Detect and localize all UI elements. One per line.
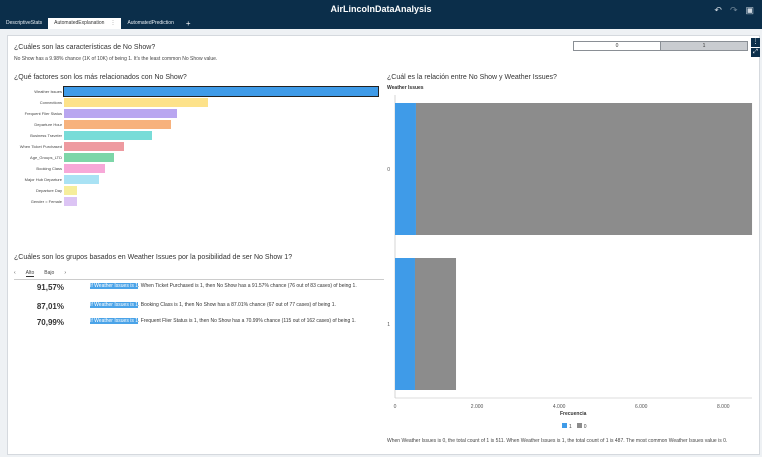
factor-bar[interactable] xyxy=(64,109,178,118)
factor-bar[interactable] xyxy=(63,86,379,97)
legend-label: 1 xyxy=(569,424,572,430)
x-tick-label: 8.000 xyxy=(717,404,730,410)
factor-label: Departure Hour xyxy=(34,122,62,127)
factor-bar[interactable] xyxy=(64,197,77,206)
tab-alto[interactable]: Alto xyxy=(25,270,35,277)
save-icon[interactable]: ▣ xyxy=(745,5,754,16)
factor-label: When Ticket Purchased xyxy=(19,144,62,149)
y-tick-label: 0 xyxy=(387,167,390,173)
factor-bar[interactable] xyxy=(64,153,115,162)
factor-label: Weather Issues xyxy=(34,89,62,94)
relation-chart: 0 1 0 2.000 4.000 6.000 8.000 xyxy=(387,95,753,410)
factor-label: Age_Groups_LTD xyxy=(30,155,62,160)
characteristics-title: ¿Cuáles son las características de No Sh… xyxy=(14,44,156,51)
tab-prev-icon[interactable]: ‹ xyxy=(14,270,16,277)
factor-bar[interactable] xyxy=(64,131,152,140)
group-rest: . Frequent Flier Status is 1, then No Sh… xyxy=(137,318,356,324)
plus-icon[interactable]: + xyxy=(180,18,197,29)
value-toggle[interactable]: 0 1 xyxy=(573,41,748,51)
chart-bar[interactable] xyxy=(414,258,457,390)
factor-label: Business Traveler xyxy=(30,133,62,138)
legend-label: 0 xyxy=(583,424,587,430)
group-pct: 87,01% xyxy=(36,302,64,311)
x-tick-label: 2.000 xyxy=(471,404,484,410)
redo-icon[interactable]: ↷ xyxy=(730,5,738,16)
factor-bar[interactable] xyxy=(64,164,105,173)
chart-bar[interactable] xyxy=(415,103,753,235)
group-text: If Weather Issues is 1. Frequent Flier S… xyxy=(90,318,365,324)
group-highlight: If Weather Issues is 1 xyxy=(90,283,138,289)
tab-descriptivestats[interactable]: DescriptiveStats xyxy=(0,18,48,29)
undo-icon[interactable]: ↶ xyxy=(714,5,722,16)
x-tick-label: 4.000 xyxy=(553,404,566,410)
legend-item: 1 xyxy=(562,423,572,430)
toggle-option-0[interactable]: 0 xyxy=(574,42,660,50)
relation-title: ¿Cuál es la relación entre No Show y Wea… xyxy=(387,74,557,81)
factor-bar[interactable] xyxy=(64,186,77,195)
expand-icon[interactable]: ⤢ xyxy=(751,48,760,57)
app-title: AirLincolnDataAnalysis xyxy=(330,4,432,14)
factor-label: Booking Class xyxy=(36,166,62,171)
y-tick-label: 1 xyxy=(387,322,390,328)
groups-title: ¿Cuáles son los grupos basados en Weathe… xyxy=(14,254,293,261)
tab-automatedexplanation[interactable]: AutomatedExplanation ⋮ xyxy=(48,18,122,29)
group-rest: . When Ticket Purchased is 1, then No Sh… xyxy=(137,283,357,289)
x-axis-label: Frecuencia xyxy=(560,411,587,417)
toggle-option-1[interactable]: 1 xyxy=(660,42,747,50)
characteristics-text: No Show has a 9.98% chance (1K of 10K) o… xyxy=(14,56,218,62)
chart-bar[interactable] xyxy=(395,258,415,390)
factor-bar[interactable] xyxy=(64,120,171,129)
tab-next-icon[interactable]: › xyxy=(64,270,66,277)
factor-bar[interactable] xyxy=(64,98,209,107)
factor-label: Frequent Flier Status xyxy=(24,111,62,116)
factor-bar[interactable] xyxy=(64,175,99,184)
legend-item: 0 xyxy=(576,423,587,430)
more-options-icon[interactable]: ⋮ xyxy=(751,38,760,47)
group-rest: . Booking Class is 1, then No Show has a… xyxy=(137,302,336,308)
group-text: If Weather Issues is 1. When Ticket Purc… xyxy=(90,283,365,289)
tab-menu-icon[interactable]: ⋮ xyxy=(110,20,115,26)
groups-divider xyxy=(14,279,384,280)
groups-tabs: ‹ Alto Bajo › xyxy=(14,270,66,277)
factor-label: Connections xyxy=(39,100,62,105)
tab-bajo[interactable]: Bajo xyxy=(44,270,54,277)
panel-side-buttons: ⋮ ⤢ xyxy=(751,38,760,58)
chart-legend: 1 0 xyxy=(562,423,587,430)
relation-footer: When Weather Issues is 0, the total coun… xyxy=(387,438,728,444)
chart-bar[interactable] xyxy=(395,103,416,235)
tab-automatedprediction[interactable]: AutomatedPrediction xyxy=(121,18,179,29)
x-tick-label: 6.000 xyxy=(635,404,648,410)
factors-title: ¿Qué factores son los más relacionados c… xyxy=(14,74,187,81)
x-tick-label: 0 xyxy=(394,404,397,410)
factor-label: Major Hub Departure xyxy=(24,177,62,182)
group-text: If Weather Issues is 1. Booking Class is… xyxy=(90,302,365,308)
app-header: AirLincolnDataAnalysis ↶ ↷ ▣ Descriptive… xyxy=(0,0,762,29)
group-pct: 70,99% xyxy=(36,318,64,327)
tab-label: AutomatedExplanation xyxy=(54,20,105,26)
factor-bar[interactable] xyxy=(64,142,124,151)
group-pct: 91,57% xyxy=(36,283,64,292)
group-highlight: If Weather Issues is 1 xyxy=(90,318,138,324)
group-highlight: If Weather Issues is 1 xyxy=(90,302,138,308)
factor-label: Gender = Female xyxy=(30,199,62,204)
factor-label: Departure Day xyxy=(35,188,62,193)
tab-bar: DescriptiveStats AutomatedExplanation ⋮ A… xyxy=(0,18,197,29)
